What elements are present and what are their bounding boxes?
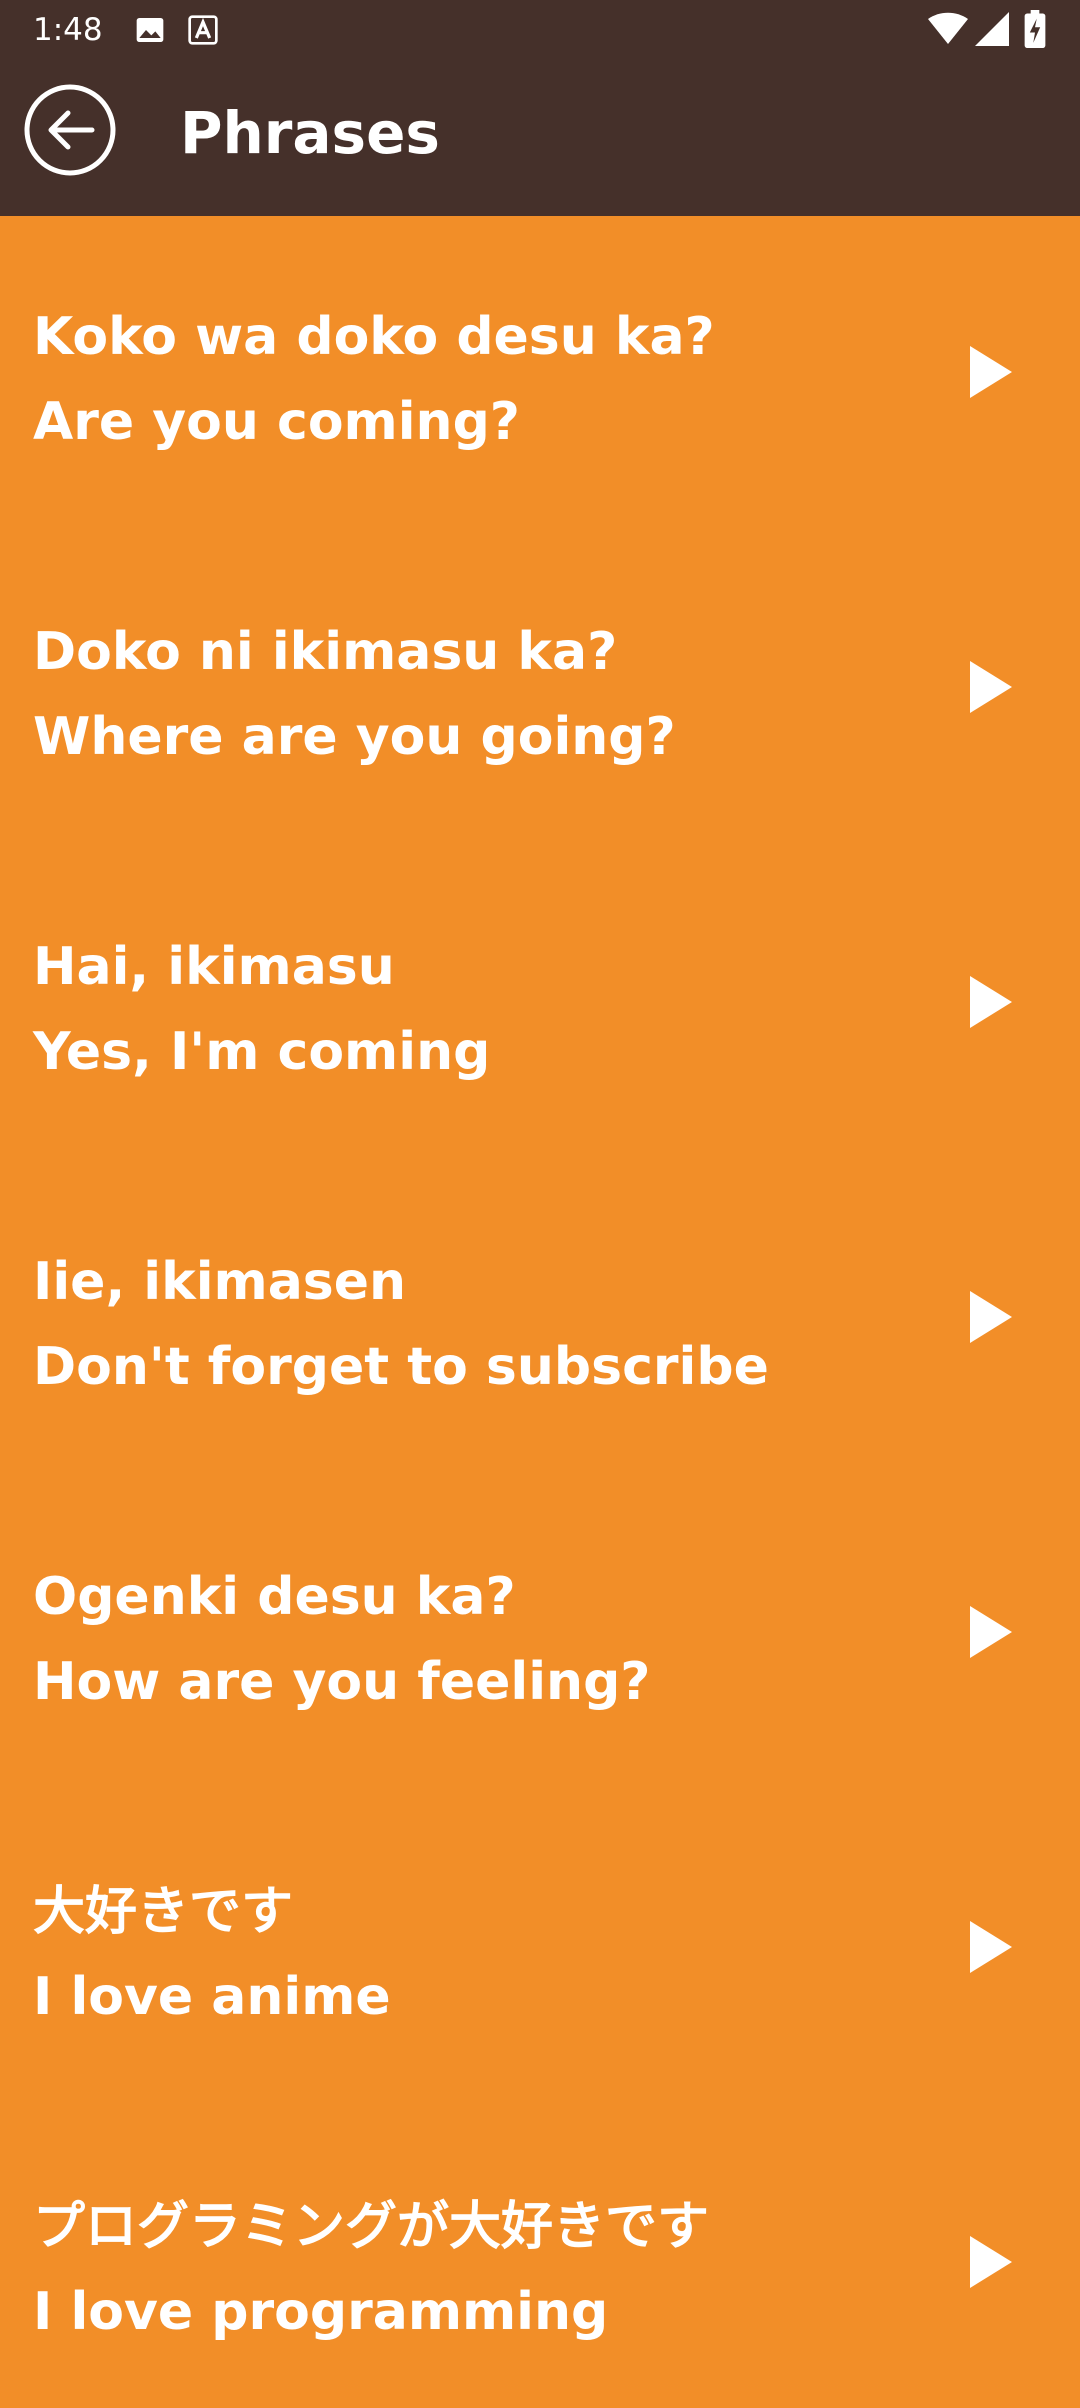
- phrase-translation: Don't forget to subscribe: [33, 1337, 769, 1397]
- phrase-romaji: Hai, ikimasu: [33, 937, 395, 997]
- phrase-translation: Are you coming?: [33, 392, 520, 452]
- phrase-romaji: Koko wa doko desu ka?: [33, 307, 715, 367]
- list-item[interactable]: Hai, ikimasu Yes, I'm coming: [0, 846, 1080, 1161]
- phrase-text: 大好きです I love anime: [33, 1870, 913, 2040]
- phrase-text: プログラミングが大好きです I love programming: [33, 2185, 913, 2355]
- list-item[interactable]: Iie, ikimasen Don't forget to subscribe: [0, 1161, 1080, 1476]
- play-icon: [970, 976, 1012, 1028]
- list-item[interactable]: プログラミングが大好きです I love programming: [0, 2106, 1080, 2408]
- phrase-text: Iie, ikimasen Don't forget to subscribe: [33, 1240, 913, 1410]
- play-icon: [970, 2236, 1012, 2288]
- play-button[interactable]: [958, 2230, 1022, 2294]
- signal-icon: [975, 12, 1009, 50]
- back-button[interactable]: [22, 82, 118, 178]
- list-item[interactable]: Ogenki desu ka? How are you feeling?: [0, 1476, 1080, 1791]
- play-button[interactable]: [958, 1915, 1022, 1979]
- play-button[interactable]: [958, 970, 1022, 1034]
- arrow-back-circle-icon: [24, 84, 116, 176]
- list-item[interactable]: Doko ni ikimasu ka? Where are you going?: [0, 531, 1080, 846]
- phrase-romaji: Ogenki desu ka?: [33, 1567, 516, 1627]
- image-icon: [134, 14, 166, 50]
- phrase-japanese: 大好きです: [33, 1882, 294, 1942]
- play-icon: [970, 1606, 1012, 1658]
- phrase-translation: Where are you going?: [33, 707, 676, 767]
- phrase-japanese: プログラミングが大好きです: [33, 2197, 710, 2257]
- play-icon: [970, 346, 1012, 398]
- play-icon: [970, 1921, 1012, 1973]
- play-button[interactable]: [958, 655, 1022, 719]
- phrase-romaji: Iie, ikimasen: [33, 1252, 407, 1312]
- phrase-translation: I love anime: [33, 1967, 391, 2027]
- phrase-translation: Yes, I'm coming: [33, 1022, 491, 1082]
- phrase-translation: How are you feeling?: [33, 1652, 651, 1712]
- play-icon: [970, 1291, 1012, 1343]
- app-bar: Phrases: [0, 60, 1080, 216]
- battery-charging-icon: [1024, 10, 1046, 52]
- phrase-list[interactable]: Koko wa doko desu ka? Are you coming? Do…: [0, 216, 1080, 2408]
- page-title: Phrases: [180, 99, 440, 167]
- phrase-text: Ogenki desu ka? How are you feeling?: [33, 1555, 913, 1725]
- text-a-icon: [188, 14, 218, 50]
- list-item[interactable]: Koko wa doko desu ka? Are you coming?: [0, 216, 1080, 531]
- play-button[interactable]: [958, 1600, 1022, 1664]
- phrase-text: Koko wa doko desu ka? Are you coming?: [33, 295, 913, 465]
- play-button[interactable]: [958, 340, 1022, 404]
- phrase-text: Hai, ikimasu Yes, I'm coming: [33, 925, 913, 1095]
- list-item[interactable]: 大好きです I love anime: [0, 1791, 1080, 2106]
- wifi-icon: [928, 12, 968, 50]
- status-time: 1:48: [33, 12, 103, 48]
- status-bar: 1:48: [0, 0, 1080, 60]
- phrase-romaji: Doko ni ikimasu ka?: [33, 622, 618, 682]
- phrase-translation: I love programming: [33, 2282, 609, 2342]
- play-icon: [970, 661, 1012, 713]
- phrase-text: Doko ni ikimasu ka? Where are you going?: [33, 610, 913, 780]
- play-button[interactable]: [958, 1285, 1022, 1349]
